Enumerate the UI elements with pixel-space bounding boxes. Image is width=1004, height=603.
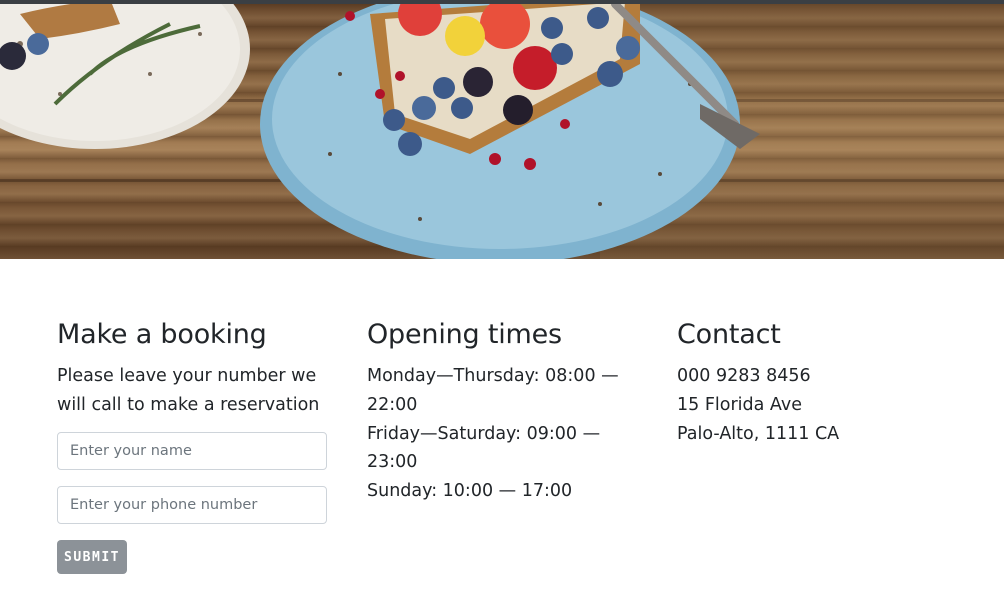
booking-title: Make a booking xyxy=(57,319,267,350)
hours-line: Monday—Thursday: 08:00 — xyxy=(367,366,619,386)
hours-line: Friday—Saturday: 09:00 — xyxy=(367,423,601,444)
contact-street: 15 Florida Ave xyxy=(677,394,802,415)
hours-line: 23:00 xyxy=(367,452,418,473)
opening-times-section: Opening times Monday—Thursday: 08:00 — 2… xyxy=(367,318,657,506)
contact-section: Contact 000 9283 8456 15 Florida Ave Pal… xyxy=(677,318,967,448)
contact-title: Contact xyxy=(677,319,781,350)
phone-input[interactable] xyxy=(57,486,327,524)
opening-times-title: Opening times xyxy=(367,319,562,350)
hours-line: Sunday: 10:00 — 17:00 xyxy=(367,481,573,502)
contact-phone: 000 9283 8456 xyxy=(677,366,811,386)
booking-description: Please leave your number we will call to… xyxy=(57,366,320,415)
opening-times-list: Monday—Thursday: 08:00 — 22:00 Friday—Sa… xyxy=(367,362,657,506)
contact-details: 000 9283 8456 15 Florida Ave Palo-Alto, … xyxy=(677,362,967,448)
breakfast-photo-icon xyxy=(0,4,1004,259)
name-input[interactable] xyxy=(57,432,327,470)
hours-line: 22:00 xyxy=(367,394,418,415)
hero-image xyxy=(0,4,1004,259)
booking-section: Make a booking Please leave your number … xyxy=(57,318,347,420)
submit-button[interactable]: SUBMIT xyxy=(57,540,127,574)
contact-city: Palo-Alto, 1111 CA xyxy=(677,423,840,444)
